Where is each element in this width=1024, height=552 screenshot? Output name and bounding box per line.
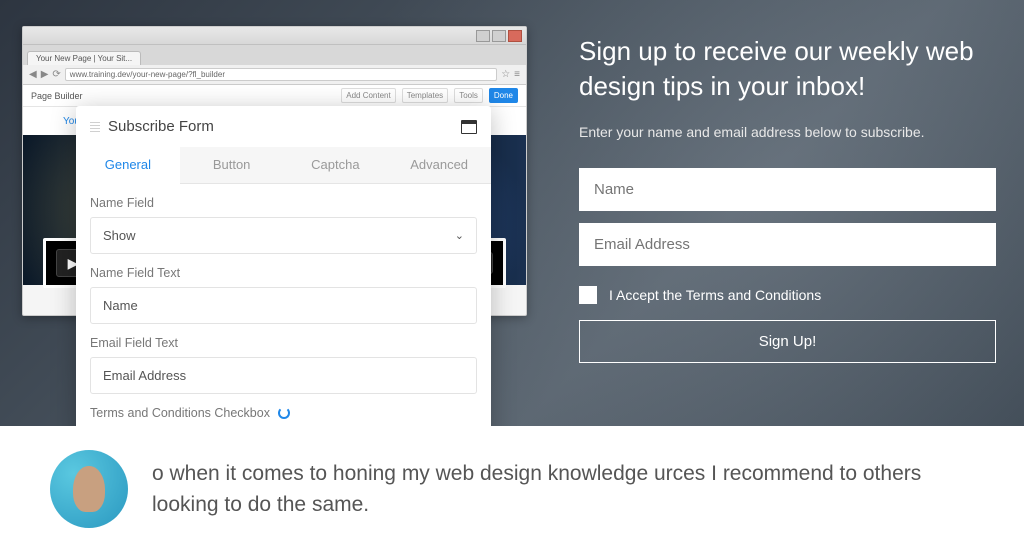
signup-heading: Sign up to receive our weekly web design…	[579, 34, 996, 104]
email-input[interactable]	[579, 223, 996, 266]
tab-general[interactable]: General	[76, 147, 180, 184]
page-builder-title: Page Builder	[31, 91, 83, 101]
name-field-value: Show	[103, 228, 136, 243]
window-close-button[interactable]	[508, 30, 522, 42]
terms-checkbox[interactable]	[579, 286, 597, 304]
signup-subtext: Enter your name and email address below …	[579, 124, 996, 140]
loading-spinner-icon	[278, 407, 290, 419]
address-bar: ◀ ▶ ⟳ www.training.dev/your-new-page/?fl…	[23, 65, 526, 85]
window-titlebar	[23, 27, 526, 45]
tab-captcha[interactable]: Captcha	[284, 147, 388, 183]
toolbar-done[interactable]: Done	[489, 88, 518, 103]
name-text-value: Name	[103, 298, 138, 313]
bookmark-icon[interactable]: ☆	[501, 69, 510, 80]
window-max-button[interactable]	[492, 30, 506, 42]
toolbar-tools[interactable]: Tools	[454, 88, 483, 103]
reload-icon[interactable]: ⟳	[52, 69, 60, 80]
email-text-label: Email Field Text	[90, 336, 477, 350]
modal-tabs: General Button Captcha Advanced	[76, 147, 491, 184]
name-text-label: Name Field Text	[90, 266, 477, 280]
tab-button[interactable]: Button	[180, 147, 284, 183]
name-field-select[interactable]: Show ⌄	[90, 217, 477, 254]
name-text-input[interactable]: Name	[90, 287, 477, 324]
drag-handle-icon[interactable]	[90, 122, 100, 132]
name-input[interactable]	[579, 168, 996, 211]
browser-tabbar: Your New Page | Your Sit...	[23, 45, 526, 65]
back-icon[interactable]: ◀	[29, 69, 37, 80]
toolbar-add-content[interactable]: Add Content	[341, 88, 395, 103]
tab-advanced[interactable]: Advanced	[387, 147, 491, 183]
toolbar-templates[interactable]: Templates	[402, 88, 448, 103]
url-field[interactable]: www.training.dev/your-new-page/?fl_build…	[65, 68, 497, 81]
tc-checkbox-label-text: Terms and Conditions Checkbox	[90, 406, 270, 420]
testimonial-text: o when it comes to honing my web design …	[152, 458, 984, 521]
name-field-label: Name Field	[90, 196, 477, 210]
window-min-button[interactable]	[476, 30, 490, 42]
terms-label: I Accept the Terms and Conditions	[609, 287, 821, 303]
avatar	[50, 450, 128, 528]
page-builder-bar: Page Builder Add Content Templates Tools…	[23, 85, 526, 107]
testimonial-section: o when it comes to honing my web design …	[0, 426, 1024, 552]
window-icon[interactable]	[461, 120, 477, 134]
chevron-down-icon: ⌄	[455, 229, 464, 242]
forward-icon[interactable]: ▶	[41, 69, 49, 80]
browser-tab[interactable]: Your New Page | Your Sit...	[27, 51, 141, 65]
tc-checkbox-label: Terms and Conditions Checkbox	[90, 406, 477, 420]
menu-icon[interactable]: ≡	[514, 69, 520, 80]
signup-button[interactable]: Sign Up!	[579, 320, 996, 363]
modal-title: Subscribe Form	[108, 118, 214, 135]
email-text-input[interactable]: Email Address	[90, 357, 477, 394]
email-text-value: Email Address	[103, 368, 186, 383]
